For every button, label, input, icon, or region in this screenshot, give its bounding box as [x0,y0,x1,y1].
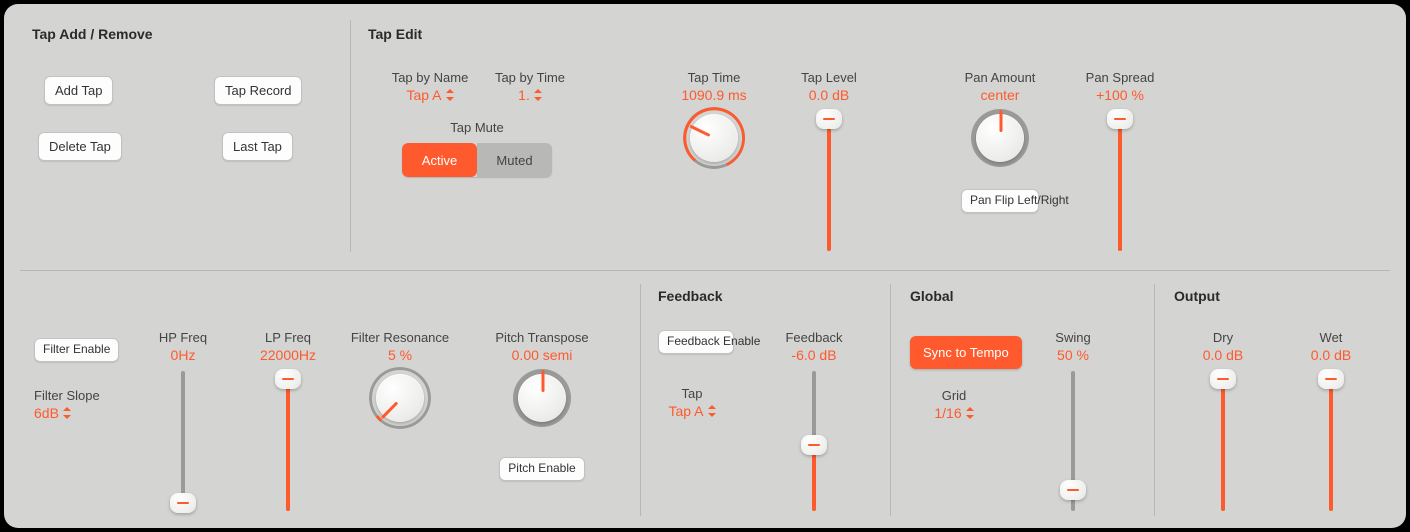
grid-label: Grid [942,388,967,403]
hp-freq-label: HP Freq [159,330,207,345]
swing-value: 50 % [1057,347,1089,363]
swing-slider[interactable] [1058,371,1088,511]
chevrons-updown-icon [63,407,71,419]
global-title: Global [910,288,954,304]
sync-to-tempo-button[interactable]: Sync to Tempo [910,336,1022,369]
dry-slider[interactable] [1208,371,1238,511]
tap-mute-toggle[interactable]: Active Muted [402,143,552,177]
hp-freq-value: 0Hz [171,347,196,363]
output-title: Output [1174,288,1220,304]
chevrons-updown-icon [446,89,454,101]
feedback-title: Feedback [658,288,723,304]
feedback-enable-button[interactable]: Feedback Enable [658,330,734,354]
divider [20,270,1390,271]
divider [640,284,641,516]
filter-resonance-knob[interactable] [371,369,429,427]
tap-by-name-select[interactable]: Tap A [406,87,453,103]
tap-level-label: Tap Level [801,70,857,85]
pitch-enable-button[interactable]: Pitch Enable [499,457,584,481]
divider [890,284,891,516]
tap-mute-label: Tap Mute [450,120,503,135]
filter-slope-select[interactable]: 6dB [34,405,71,421]
pan-flip-button[interactable]: Pan Flip Left/Right [961,189,1039,213]
feedback-level-label: Feedback [785,330,842,345]
tap-time-value: 1090.9 ms [681,87,746,103]
pan-amount-label: Pan Amount [965,70,1036,85]
chevrons-updown-icon [708,405,716,417]
tap-time-label: Tap Time [688,70,741,85]
tap-mute-muted[interactable]: Muted [477,143,552,177]
lp-freq-value: 22000Hz [260,347,316,363]
tap-time-knob[interactable] [685,109,743,167]
dry-label: Dry [1213,330,1233,345]
tap-by-time-label: Tap by Time [495,70,565,85]
last-tap-button[interactable]: Last Tap [222,132,293,161]
filter-resonance-label: Filter Resonance [351,330,449,345]
tap-by-time-select[interactable]: 1. [518,87,542,103]
pitch-transpose-knob[interactable] [513,369,571,427]
filter-enable-button[interactable]: Filter Enable [34,338,119,362]
chevrons-updown-icon [534,89,542,101]
feedback-level-slider[interactable] [799,371,829,511]
plugin-panel: Tap Add / Remove Add Tap Tap Record Dele… [4,4,1406,528]
pan-amount-value: center [981,87,1020,103]
swing-label: Swing [1055,330,1090,345]
pan-spread-value: +100 % [1096,87,1144,103]
pitch-transpose-value: 0.00 semi [512,347,573,363]
feedback-level-value: -6.0 dB [791,347,836,363]
wet-slider[interactable] [1316,371,1346,511]
divider [1154,284,1155,516]
lp-freq-label: LP Freq [265,330,311,345]
feedback-tap-label: Tap [682,386,703,401]
pitch-transpose-label: Pitch Transpose [495,330,588,345]
lp-freq-slider[interactable] [273,371,303,511]
hp-freq-slider[interactable] [168,371,198,511]
filter-slope-label: Filter Slope [34,388,100,403]
add-tap-button[interactable]: Add Tap [44,76,113,105]
tap-level-value: 0.0 dB [809,87,849,103]
wet-value: 0.0 dB [1311,347,1351,363]
divider [350,20,351,252]
chevrons-updown-icon [966,407,974,419]
delete-tap-button[interactable]: Delete Tap [38,132,122,161]
pan-spread-label: Pan Spread [1086,70,1155,85]
pan-amount-knob[interactable] [971,109,1029,167]
tap-mute-active[interactable]: Active [402,143,477,177]
tap-by-name-label: Tap by Name [392,70,469,85]
tap-level-slider[interactable] [814,111,844,251]
pan-spread-slider[interactable] [1105,111,1135,251]
filter-resonance-value: 5 % [388,347,412,363]
feedback-tap-select[interactable]: Tap A [668,403,715,419]
tap-edit-title: Tap Edit [368,26,422,42]
tap-record-button[interactable]: Tap Record [214,76,302,105]
tap-add-remove-title: Tap Add / Remove [32,26,153,42]
wet-label: Wet [1320,330,1343,345]
grid-select[interactable]: 1/16 [934,405,973,421]
dry-value: 0.0 dB [1203,347,1243,363]
